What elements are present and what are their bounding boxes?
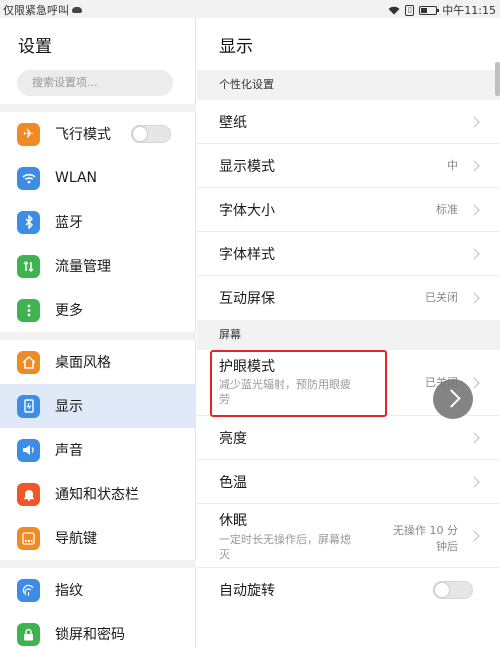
setting-font-style[interactable]: 字体样式 xyxy=(197,232,500,276)
floating-next-button[interactable] xyxy=(433,379,473,419)
airplane-mode-toggle[interactable] xyxy=(131,125,171,143)
chevron-right-icon xyxy=(468,530,480,542)
page-title: 显示 xyxy=(219,37,253,57)
vibrate-icon: ▯ xyxy=(405,4,415,16)
setting-display-mode[interactable]: 显示模式 中 xyxy=(197,144,500,188)
sidebar-item-label: 桌面风格 xyxy=(55,355,111,371)
section-header-screen: 屏幕 xyxy=(197,320,500,350)
setting-value: 中 xyxy=(447,159,458,172)
chevron-right-icon xyxy=(468,476,480,488)
setting-label: 自动旋转 xyxy=(219,583,275,599)
sidebar-item-airplane-mode[interactable]: ✈ 飞行模式 xyxy=(0,112,196,156)
setting-value-cont: 钟后 xyxy=(436,540,458,553)
status-bar: 仅限紧急呼叫 ▯ 中午11:15 xyxy=(0,0,500,18)
wifi-status-icon xyxy=(388,6,400,14)
sidebar-item-navigation-keys[interactable]: 导航键 xyxy=(0,516,196,560)
fingerprint-icon xyxy=(17,578,40,602)
setting-description: 一定时长无操作后，屏幕熄 xyxy=(219,533,351,546)
clock: 中午11:15 xyxy=(442,4,496,17)
chevron-right-icon xyxy=(468,248,480,260)
chevron-right-icon xyxy=(468,377,480,389)
display-icon xyxy=(17,394,40,418)
sidebar-item-label: WLAN xyxy=(55,170,98,186)
setting-value: 无操作 10 分 xyxy=(393,524,458,537)
setting-value: 标准 xyxy=(436,203,458,216)
sidebar-item-notifications[interactable]: 通知和状态栏 xyxy=(0,472,196,516)
setting-brightness[interactable]: 亮度 xyxy=(197,416,500,460)
highlight-annotation-box xyxy=(210,350,387,417)
setting-description-cont: 灭 xyxy=(219,548,230,561)
sidebar-item-more[interactable]: 更多 xyxy=(0,288,196,332)
battery-icon xyxy=(419,5,440,15)
sidebar-item-label: 显示 xyxy=(55,399,83,415)
home-icon xyxy=(17,350,40,374)
sidebar-item-wlan[interactable]: WLAN xyxy=(0,156,196,200)
setting-interactive-screensaver[interactable]: 互动屏保 已关闭 xyxy=(197,276,500,320)
setting-wallpaper[interactable]: 壁纸 xyxy=(197,100,500,144)
setting-label: 亮度 xyxy=(219,431,247,447)
sidebar-item-label: 锁屏和密码 xyxy=(55,627,125,643)
lock-icon xyxy=(17,622,40,646)
auto-rotate-toggle[interactable] xyxy=(433,581,473,599)
setting-value: 已关闭 xyxy=(425,291,458,304)
airplane-icon: ✈ xyxy=(17,122,40,146)
setting-label: 字体样式 xyxy=(219,247,275,263)
divider xyxy=(0,104,196,112)
sidebar-item-label: 声音 xyxy=(55,443,83,459)
setting-label: 字体大小 xyxy=(219,203,275,219)
sidebar-title: 设置 xyxy=(18,37,52,57)
setting-sleep[interactable]: 休眠 一定时长无操作后，屏幕熄 灭 无操作 10 分 钟后 xyxy=(197,504,500,568)
chevron-right-icon xyxy=(468,432,480,444)
chevron-right-icon xyxy=(468,292,480,304)
setting-label: 色温 xyxy=(219,475,247,491)
chevron-right-icon xyxy=(468,204,480,216)
search-input[interactable]: 搜索设置项... xyxy=(17,70,173,96)
setting-label: 显示模式 xyxy=(219,159,275,175)
divider xyxy=(0,332,196,340)
notification-icon xyxy=(17,482,40,506)
carrier-text: 仅限紧急呼叫 xyxy=(3,4,69,17)
sidebar-item-label: 更多 xyxy=(55,303,83,319)
bluetooth-icon xyxy=(17,210,40,234)
sidebar-item-label: 通知和状态栏 xyxy=(55,487,139,503)
cloud-icon xyxy=(72,7,82,13)
sidebar-item-label: 流量管理 xyxy=(55,259,111,275)
sidebar-item-display[interactable]: 显示 xyxy=(0,384,196,428)
setting-label: 壁纸 xyxy=(219,115,247,131)
setting-label: 休眠 xyxy=(219,513,247,529)
setting-label: 互动屏保 xyxy=(219,291,275,307)
display-settings-panel: 显示 个性化设置 壁纸 显示模式 中 字体大小 标准 字体样式 互动屏保 已关闭… xyxy=(197,18,500,648)
scrollbar[interactable] xyxy=(495,62,500,96)
settings-sidebar: 设置 搜索设置项... ✈ 飞行模式 WLAN 蓝牙 流量管理 更多 桌面风格 … xyxy=(0,18,196,648)
setting-color-temperature[interactable]: 色温 xyxy=(197,460,500,504)
sidebar-item-fingerprint[interactable]: 指纹 xyxy=(0,568,196,612)
navigation-icon xyxy=(17,526,40,550)
sidebar-item-bluetooth[interactable]: 蓝牙 xyxy=(0,200,196,244)
sidebar-item-data-usage[interactable]: 流量管理 xyxy=(0,244,196,288)
setting-auto-rotate[interactable]: 自动旋转 xyxy=(197,568,500,612)
sidebar-item-home-style[interactable]: 桌面风格 xyxy=(0,340,196,384)
divider xyxy=(0,560,196,568)
chevron-right-icon xyxy=(468,160,480,172)
chevron-right-icon xyxy=(468,116,480,128)
data-usage-icon xyxy=(17,254,40,278)
sound-icon xyxy=(17,438,40,462)
sidebar-item-sound[interactable]: 声音 xyxy=(0,428,196,472)
sidebar-item-label: 飞行模式 xyxy=(55,127,111,143)
sidebar-item-lock-screen[interactable]: 锁屏和密码 xyxy=(0,612,196,648)
sidebar-item-label: 导航键 xyxy=(55,531,97,547)
sidebar-item-label: 指纹 xyxy=(55,583,83,599)
sidebar-item-label: 蓝牙 xyxy=(55,215,83,231)
setting-font-size[interactable]: 字体大小 标准 xyxy=(197,188,500,232)
more-icon xyxy=(17,298,40,322)
wifi-icon xyxy=(17,166,40,190)
section-header-personalization: 个性化设置 xyxy=(197,70,500,100)
